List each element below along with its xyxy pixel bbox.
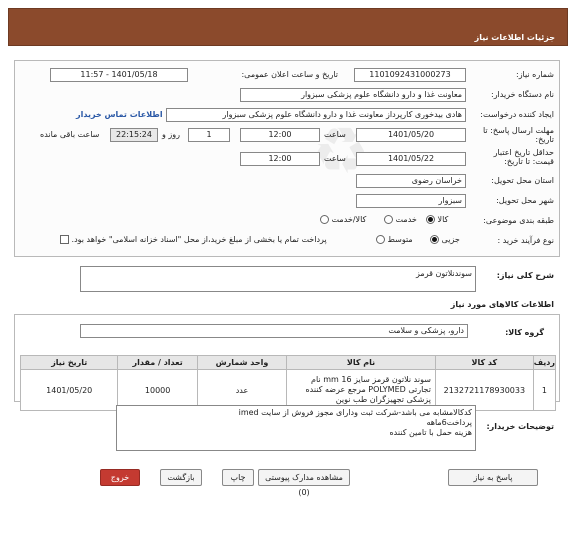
announce-label: تاریخ و ساعت اعلان عمومی: xyxy=(241,70,338,79)
radio-icon[interactable] xyxy=(376,235,385,244)
need-number-label: شماره نیاز: xyxy=(516,70,554,79)
checkbox-icon[interactable] xyxy=(60,235,69,244)
goods-group-field: دارو، پزشکی و سلامت xyxy=(80,324,468,338)
creator-label: ایجاد کننده درخواست: xyxy=(480,110,554,119)
city-label: شهر محل تحویل: xyxy=(496,196,554,205)
payment-treasury-option[interactable]: پرداخت تمام یا بخشی از مبلغ خرید،از محل … xyxy=(60,235,327,244)
process-option-minor-label: جزیی xyxy=(441,235,460,244)
goods-group-label: گروه کالا: xyxy=(505,328,544,337)
payment-note: پرداخت تمام یا بخشی از مبلغ خرید،از محل … xyxy=(71,235,327,244)
buyer-notes-field: کدکالامشابه می باشد-شرکت ثبت ودارای مجوز… xyxy=(116,405,476,451)
city-field: سبزوار xyxy=(356,194,466,208)
radio-selected-icon[interactable] xyxy=(426,215,435,224)
attachments-button[interactable]: مشاهده مدارک پیوستی (0) xyxy=(258,469,350,497)
deadline-label: مهلت ارسال پاسخ: تا تاریخ: xyxy=(482,126,554,144)
category-option-goods-service[interactable]: کالا/خدمت xyxy=(320,215,366,224)
col-name: نام کالا xyxy=(286,355,436,370)
validity-label: حداقل تاریخ اعتبار قیمت: تا تاریخ: xyxy=(493,148,554,166)
goods-section-title: اطلاعات کالاهای مورد نیاز xyxy=(450,300,554,309)
announce-field: 1401/05/18 - 11:57 xyxy=(50,68,188,82)
col-qty: تعداد / مقدار xyxy=(117,355,198,370)
category-label: طبقه بندی موضوعی: xyxy=(483,216,554,225)
radio-icon[interactable] xyxy=(384,215,393,224)
goods-table: ردیف کد کالا نام کالا واحد شمارش تعداد /… xyxy=(19,355,557,411)
category-option-goods[interactable]: کالا xyxy=(426,215,448,224)
deadline-date-field: 1401/05/20 xyxy=(356,128,466,142)
col-date: تاریخ نیاز xyxy=(19,355,119,370)
col-code: کد کالا xyxy=(434,355,534,370)
buyer-note-line: کدکالامشابه می باشد-شرکت ثبت ودارای مجوز… xyxy=(238,408,472,417)
category-option-goods-label: کالا xyxy=(437,215,449,224)
validity-time-field: 12:00 xyxy=(240,152,320,166)
category-option-service[interactable]: خدمت xyxy=(384,215,417,224)
process-option-medium-label: متوسط xyxy=(387,235,413,244)
days-label: روز و xyxy=(162,130,180,139)
reply-button[interactable]: پاسخ به نیاز xyxy=(448,469,538,486)
remaining-label: ساعت باقی مانده xyxy=(40,130,100,139)
cell-row: 1 xyxy=(532,369,557,411)
days-field: 1 xyxy=(188,128,230,142)
buyer-org-label: نام دستگاه خریدار: xyxy=(491,90,554,99)
goods-table-header: ردیف کد کالا نام کالا واحد شمارش تعداد /… xyxy=(19,355,557,370)
need-summary-field: سوندنلاتون قرمز xyxy=(80,266,476,292)
process-option-medium[interactable]: متوسط xyxy=(376,235,413,244)
buyer-note-line: هزینه حمل با تامین کننده xyxy=(389,428,472,437)
province-field: خراسان رضوی xyxy=(356,174,466,188)
page-title: جزئیات اطلاعات نیاز xyxy=(474,33,555,42)
buyer-org-field: معاونت غذا و دارو دانشگاه علوم پزشکی سبز… xyxy=(240,88,466,102)
remaining-time-field: 22:15:24 xyxy=(110,128,158,142)
radio-icon[interactable] xyxy=(320,215,329,224)
validity-time-label: ساعت xyxy=(324,154,346,163)
need-number-field: 1101092431000273 xyxy=(354,68,466,82)
process-label: نوع فرآیند خرید : xyxy=(497,236,554,245)
col-unit: واحد شمارش xyxy=(196,355,288,370)
print-button[interactable]: چاپ xyxy=(222,469,254,486)
buyer-note-line: پرداخت6ماهه xyxy=(426,418,472,427)
deadline-time-label: ساعت xyxy=(324,130,346,139)
category-option-service-label: خدمت xyxy=(395,215,417,224)
deadline-time-field: 12:00 xyxy=(240,128,320,142)
radio-selected-icon[interactable] xyxy=(430,235,439,244)
province-label: استان محل تحویل: xyxy=(491,176,554,185)
page-header: جزئیات اطلاعات نیاز xyxy=(8,8,568,46)
creator-field: هادی بیدخوری کارپرداز معاونت غذا و دارو … xyxy=(166,108,466,122)
buyer-notes-label: توضیحات خریدار: xyxy=(486,422,554,431)
process-option-minor[interactable]: جزیی xyxy=(430,235,460,244)
category-option-goods-service-label: کالا/خدمت xyxy=(331,215,367,224)
cell-date: 1401/05/20 xyxy=(19,369,119,411)
contact-link[interactable]: اطلاعات تماس خریدار xyxy=(76,110,163,119)
exit-button[interactable]: خروج xyxy=(100,469,140,486)
col-row: ردیف xyxy=(532,355,557,370)
validity-date-field: 1401/05/22 xyxy=(356,152,466,166)
back-button[interactable]: بازگشت xyxy=(160,469,202,486)
need-summary-label: شرح کلی نیاز: xyxy=(496,271,554,280)
